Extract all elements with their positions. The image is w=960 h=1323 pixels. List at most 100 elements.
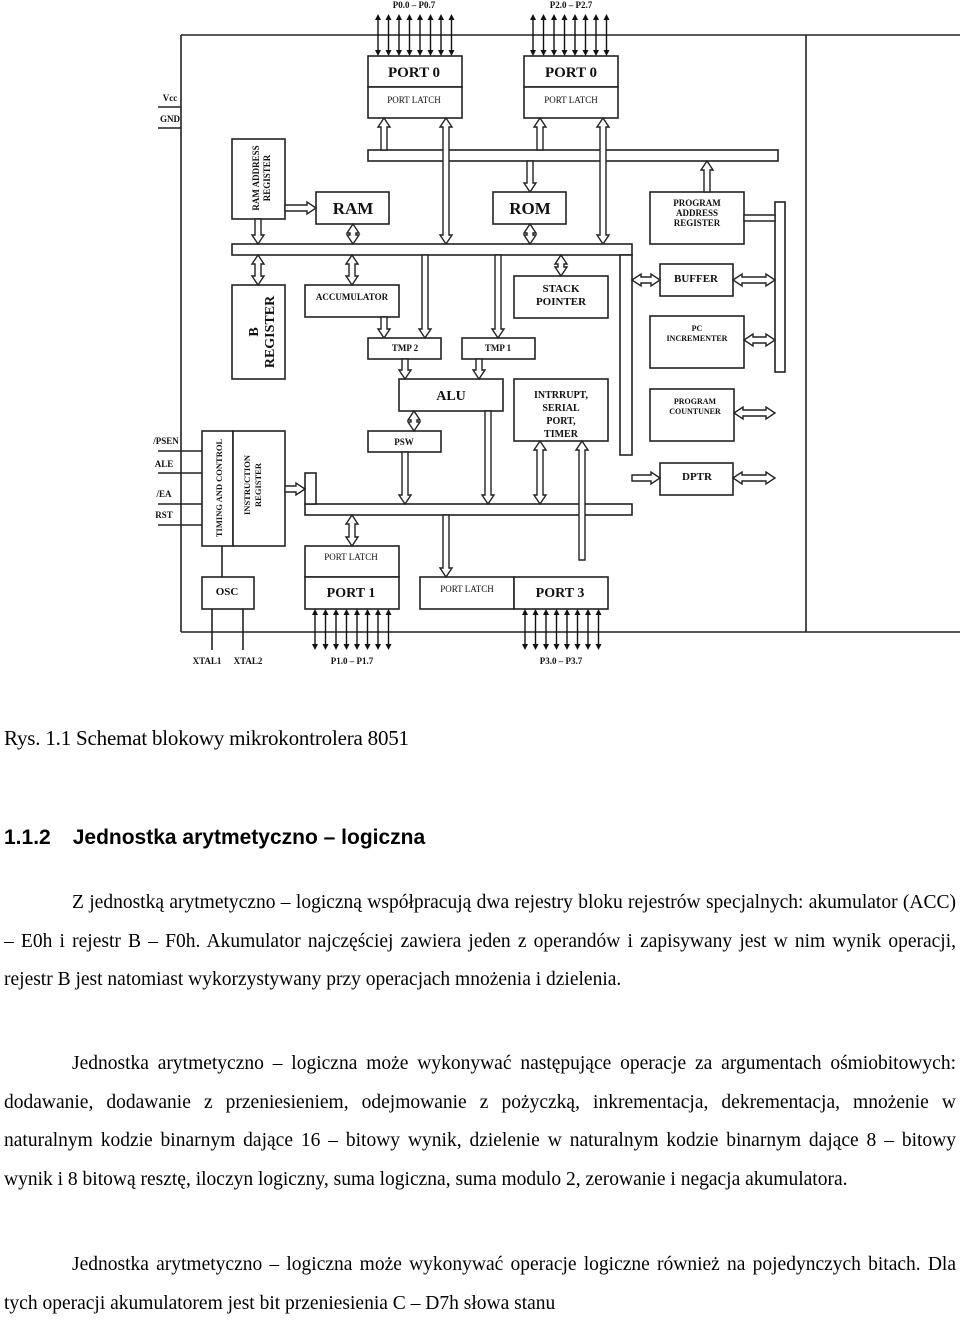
port3-pin-arrowhead: [522, 609, 528, 615]
port3-pin-arrowhead: [553, 644, 560, 650]
port2-pins-label: P2.0 – P2.7: [550, 0, 593, 10]
port1-pin-arrowhead: [385, 609, 392, 615]
port0-pins-label: P0.0 – P0.7: [393, 0, 436, 10]
port1-pin-arrowhead: [343, 609, 350, 615]
port2-latch: PORT LATCH: [544, 95, 598, 105]
psw-label: PSW: [394, 437, 414, 447]
port0-pin-arrowhead: [438, 14, 444, 20]
port0-pin-arrowhead: [417, 14, 423, 20]
arrow-rar-to-ram: [284, 200, 318, 216]
program-counter-line2: COUNTUNER: [669, 407, 721, 416]
port0-pin-arrowhead: [385, 14, 392, 20]
port1-pin-arrowhead: [354, 609, 360, 615]
port0-pin-arrowhead: [427, 14, 434, 20]
port2-pin-arrowhead: [561, 14, 568, 20]
arrow-acc-to-tmp2: [376, 316, 392, 340]
port1-pin-arrowhead: [385, 644, 392, 650]
arrow-bus-to-port2-latch: [532, 116, 548, 151]
arrow-buffer-pcbus: [731, 272, 777, 288]
port0-pin-arrowhead: [406, 50, 413, 56]
b-register-line2: REGISTER: [263, 295, 278, 368]
arrow-bus-port3-latch: [438, 514, 454, 579]
program-address-register-line2: ADDRESS: [676, 208, 718, 218]
psen-pin-label: /PSEN: [152, 436, 179, 446]
port0-title: PORT 0: [388, 65, 440, 81]
port2-pin-arrowhead: [530, 14, 536, 20]
data-bus: [231, 243, 633, 256]
port3-pins-label: P3.0 – P3.7: [540, 656, 583, 666]
port0-pin-arrowhead: [396, 50, 402, 56]
port1-pin-arrowhead: [333, 644, 339, 650]
arrow-pc-pcbus: [732, 405, 777, 421]
port3-pin-arrowhead: [585, 609, 591, 615]
ram-address-register-line2: REGISTER: [262, 154, 272, 201]
interrupt-line2: SERIAL: [542, 403, 580, 414]
port3-pin-arrowhead: [532, 644, 539, 650]
block-diagram-8051: P0.0 – P0.7 P2.0 – P2.7 Vcc GND PORT 0 P…: [152, 0, 960, 666]
port1-pin-arrowhead: [312, 609, 318, 615]
ram-address-register-line1: RAM ADDRESS: [251, 145, 261, 210]
alu-label: ALU: [436, 389, 466, 404]
port1-latch: PORT LATCH: [324, 552, 378, 562]
arrow-bus-buffer: [630, 272, 662, 288]
port1-pins-label: P1.0 – P1.7: [331, 656, 374, 666]
interrupt-line4: TIMER: [544, 429, 579, 440]
arrow-bus-b-register: [250, 253, 266, 287]
port0-pin-arrowhead: [427, 50, 434, 56]
tmp1-label: TMP 1: [485, 343, 512, 353]
arrow-bus-to-rom: [522, 160, 538, 194]
interrupt-line1: INTRRUPT,: [534, 390, 588, 401]
arrow-bus-to-port0-latch: [376, 116, 392, 151]
xtal2-label: XTAL2: [234, 656, 263, 666]
arrow-tmp1-alu: [471, 358, 487, 381]
xtal1-label: XTAL1: [193, 656, 222, 666]
port2-pin-arrowhead: [551, 14, 557, 20]
port0-pin-arrowhead: [448, 14, 455, 20]
paragraph: Jednostka arytmetyczno – logiczna może w…: [4, 1254, 956, 1314]
port2-pin-arrowhead: [582, 14, 589, 20]
port0-pin-arrowhead: [375, 50, 381, 56]
ea-pin-label: /EA: [155, 489, 172, 499]
gnd-label: GND: [160, 114, 181, 124]
paragraph: Z jednostką arytmetyczno – logiczną wspó…: [4, 892, 956, 990]
osc-label: OSC: [216, 586, 239, 598]
port3-pin-arrowhead: [574, 644, 581, 650]
ram-label: RAM: [333, 199, 374, 218]
program-address-register-line1: PROGRAM: [673, 198, 721, 208]
port1-pin-arrowhead: [375, 644, 381, 650]
port0-pin-arrowhead: [448, 50, 455, 56]
arrow-port0-data: [438, 116, 454, 246]
address-bus-upper: [367, 149, 779, 162]
port3-pin-arrowhead: [574, 609, 581, 615]
arrow-psw-bus: [397, 451, 413, 506]
stack-pointer-line1: STACK: [542, 283, 580, 295]
port3-pin-arrowhead: [543, 644, 549, 650]
arrow-pcbus-to-par: [743, 214, 776, 222]
port0-pin-arrowhead: [417, 50, 423, 56]
port1-pin-arrowhead: [322, 609, 329, 615]
port1-pin-arrowhead: [364, 609, 371, 615]
tmp2-label: TMP 2: [392, 343, 419, 353]
arrow-interrupt-bus: [532, 439, 548, 506]
port2-pin-arrowhead: [572, 14, 578, 20]
port2-title: PORT 0: [545, 65, 597, 81]
port2-pin-arrowhead: [603, 14, 610, 20]
interrupt-line3: PORT,: [546, 416, 576, 427]
program-address-register-line3: REGISTER: [674, 218, 721, 228]
figure-caption: Rys. 1.1 Schemat blokowy mikrokontrolera…: [4, 726, 409, 750]
port3-pin-arrowhead: [595, 644, 602, 650]
arrow-bus-to-rar: [250, 218, 266, 246]
port1-pin-arrowhead: [312, 644, 318, 650]
port2-pin-arrowhead: [603, 50, 610, 56]
buffer-label: BUFFER: [674, 273, 719, 285]
port3-pin-arrowhead: [553, 609, 560, 615]
arrow-bus-accumulator: [344, 253, 360, 287]
lower-bus-stub: [304, 472, 317, 505]
port0-pin-arrowhead: [375, 14, 381, 20]
arrow-par-to-bus: [699, 159, 715, 193]
port2-pin-arrowhead: [540, 14, 547, 20]
arrow-bus-stack-pointer: [553, 253, 569, 278]
arrow-port3-interrupt: [574, 439, 590, 561]
port1-title: PORT 1: [327, 586, 376, 601]
timing-control-label: TIMING AND CONTROL: [214, 439, 224, 538]
